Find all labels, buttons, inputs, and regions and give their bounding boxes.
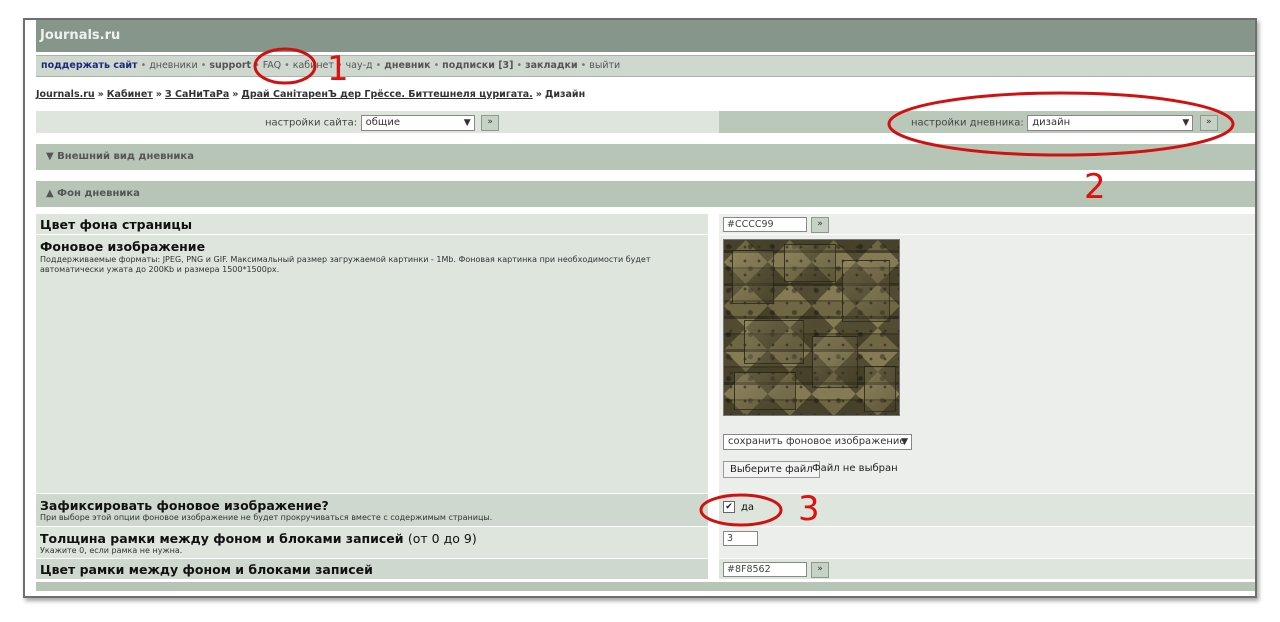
nav-item-logout[interactable]: выйти (589, 60, 620, 71)
breadcrumb-separator: » (535, 89, 542, 100)
nav-separator: • (375, 60, 382, 71)
breadcrumb-separator: » (155, 89, 162, 100)
nav-item-support[interactable]: support (209, 60, 251, 71)
annotation-number-2: 2 (1084, 167, 1106, 207)
breadcrumb-separator: » (232, 89, 239, 100)
nav-separator: • (580, 60, 587, 71)
site-settings-select[interactable]: общие ▼ (360, 115, 475, 131)
chevron-down-icon: ▼ (901, 437, 908, 447)
field-label-cell: Толщина рамки между фоном и блоками запи… (36, 527, 708, 558)
annotation-number-3: 3 (798, 489, 820, 529)
bg-color-input[interactable]: #CCCC99 (723, 217, 807, 232)
field-description: Укажите 0, если рамка не нужна. (40, 546, 183, 555)
choose-file-button[interactable]: Выберите файл (723, 461, 820, 478)
bg-image-action-value: сохранить фоновое изображение (728, 436, 906, 447)
breadcrumb-cabinet[interactable]: Кабинет (107, 89, 153, 100)
border-color-go-button[interactable]: » (811, 562, 829, 578)
section-background[interactable]: ▲ Фон дневника (36, 181, 1255, 207)
nav-separator: • (433, 60, 440, 71)
fix-bg-checkbox[interactable]: ✔ (723, 501, 735, 513)
diary-settings-panel: настройки дневника: дизайн ▼ » (719, 111, 1255, 133)
field-label-cell: Цвет рамки между фоном и блоками записей (36, 559, 708, 579)
top-nav: поддержать сайт • дневники • support • FAQ • каб… (36, 55, 1255, 77)
field-label-cell: Фоновое изображение Поддерживаемые форма… (36, 235, 708, 493)
diary-settings-value: дизайн (1032, 117, 1071, 128)
field-title: Цвет рамки между фоном и блоками записей (40, 562, 373, 577)
chevron-down-icon: ▼ (463, 118, 471, 128)
field-label-cell: Зафиксировать фоновое изображение? При в… (36, 494, 708, 526)
field-label-cell: Цвет фона страницы (36, 214, 708, 234)
field-description: При выборе этой опции фоновое изображени… (40, 513, 493, 522)
bg-image-action-select[interactable]: сохранить фоновое изображение ▼ (723, 434, 912, 450)
field-title: Цвет фона страницы (40, 217, 192, 232)
nav-item-chat[interactable]: чау-д (346, 60, 373, 71)
site-settings-go-button[interactable]: » (481, 115, 500, 131)
field-input-cell: #CCCC99 » (719, 214, 1255, 234)
field-title: Зафиксировать фоновое изображение? (40, 498, 329, 513)
field-input-cell: сохранить фоновое изображение ▼ Выберите … (719, 235, 1255, 493)
site-settings-label: настройки сайта: (265, 117, 358, 129)
field-input-cell: 3 (719, 527, 1255, 558)
annotation-number-1: 1 (327, 49, 349, 89)
border-color-input[interactable]: #8F8562 (723, 562, 807, 577)
field-border-color: Цвет рамки между фоном и блоками записей… (36, 559, 1255, 580)
nav-item-diaries[interactable]: дневники (149, 60, 198, 71)
section-footer-bar (36, 582, 1255, 591)
nav-separator: • (254, 60, 260, 71)
field-title: Толщина рамки между фоном и блоками запи… (40, 531, 477, 546)
chevron-down-icon: ▼ (1182, 118, 1190, 128)
browser-frame: Journals.ru поддержать сайт • дневники • sup… (23, 18, 1257, 598)
rivet-pattern (724, 240, 899, 415)
breadcrumb-separator: » (97, 89, 104, 100)
field-border-width: Толщина рамки между фоном и блоками запи… (36, 527, 1255, 559)
diary-settings-group: настройки дневника: дизайн ▼ » (911, 115, 1218, 131)
breadcrumb-home[interactable]: Journals.ru (36, 89, 95, 100)
page-content: Journals.ru поддержать сайт • дневники • sup… (36, 20, 1255, 596)
breadcrumb: Journals.ru» Кабинет» З СаНиТаРа» Драй Сані… (36, 89, 1255, 100)
breadcrumb-diary[interactable]: Драй СанітаренЪ дер Грёссе. Биттешнеля ц… (241, 89, 532, 100)
field-bg-image: Фоновое изображение Поддерживаемые форма… (36, 235, 1255, 494)
field-title-text: Толщина рамки между фоном и блоками запи… (40, 531, 404, 546)
nav-item-diary[interactable]: дневник (384, 60, 430, 71)
nav-separator: • (140, 60, 147, 71)
breadcrumb-user[interactable]: З СаНиТаРа (165, 89, 229, 100)
field-fix-bg: Зафиксировать фоновое изображение? При в… (36, 494, 1255, 527)
field-bg-color: Цвет фона страницы #CCCC99 » (36, 214, 1255, 235)
field-title-suffix: (от 0 до 9) (407, 531, 477, 546)
nav-separator: • (200, 60, 207, 71)
section-appearance[interactable]: ▼ Внешний вид дневника (36, 144, 1255, 170)
section-appearance-label: ▼ Внешний вид дневника (46, 151, 194, 162)
breadcrumb-current: Дизайн (544, 89, 586, 100)
site-settings-value: общие (365, 117, 400, 128)
field-description: Поддерживаемые форматы: JPEG, PNG и GIF.… (40, 255, 651, 274)
site-header: Journals.ru (36, 20, 1255, 52)
diary-settings-label: настройки дневника: (911, 117, 1024, 129)
site-title[interactable]: Journals.ru (40, 28, 120, 43)
border-width-input[interactable]: 3 (723, 531, 758, 546)
diary-settings-select[interactable]: дизайн ▼ (1027, 115, 1194, 131)
fix-bg-checkbox-label: да (741, 502, 755, 513)
nav-item-subscriptions[interactable]: подписки [3] (442, 60, 513, 71)
bg-color-go-button[interactable]: » (811, 217, 829, 233)
nav-item-faq[interactable]: FAQ (263, 60, 281, 71)
site-settings-group: настройки сайта: общие ▼ » (265, 115, 500, 131)
field-title: Фоновое изображение (40, 239, 206, 254)
nav-item-bookmarks[interactable]: закладки (525, 60, 578, 71)
nav-separator: • (516, 60, 523, 71)
diary-settings-go-button[interactable]: » (1199, 115, 1218, 131)
nav-separator: • (284, 60, 290, 71)
nav-item-support-site[interactable]: поддержать сайт (41, 60, 138, 71)
section-background-label: ▲ Фон дневника (46, 188, 140, 199)
background-image-preview (723, 239, 900, 416)
file-status: Файл не выбран (812, 463, 898, 474)
field-input-cell: #8F8562 » (719, 559, 1255, 579)
settings-bar: настройки сайта: общие ▼ » настройки днев… (36, 111, 1255, 133)
